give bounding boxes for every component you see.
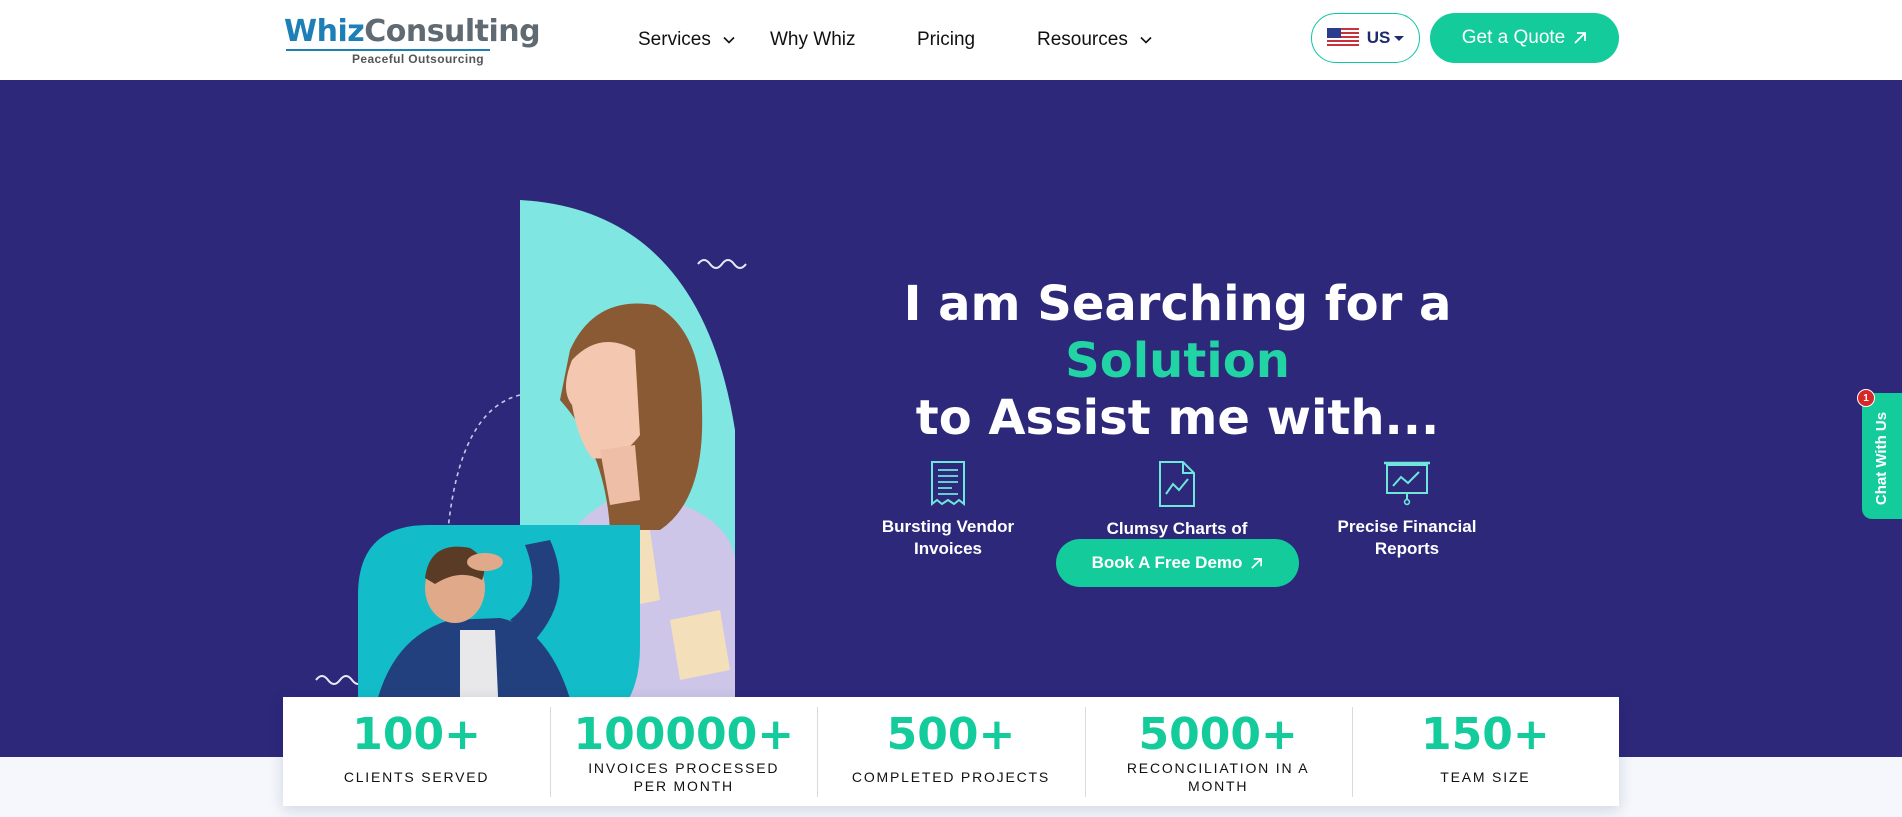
nav-item-label: Resources xyxy=(1037,29,1128,50)
nav-item-label: Pricing xyxy=(917,29,976,50)
invoice-receipt-icon xyxy=(931,461,965,506)
stat-label: Clients Served xyxy=(343,769,490,785)
demo-button-label: Book A Free Demo xyxy=(1091,553,1243,572)
quote-button-label: Get a Quote xyxy=(1461,27,1566,48)
feature-label: Bursting Vendor Invoices xyxy=(881,517,1015,558)
stat-label: Reconciliation in a Month xyxy=(1126,760,1310,794)
nav-item-services[interactable]: Services xyxy=(638,26,735,54)
stat-label: Completed Projects xyxy=(851,769,1051,785)
hero-section: I am Searching for a Solution to Assist … xyxy=(0,80,1902,757)
stat-label: Team Size xyxy=(1440,769,1531,785)
stat-completed-projects: 500+ Completed Projects xyxy=(817,697,1084,806)
site-header: WhizConsulting Peaceful Outsourcing Serv… xyxy=(0,0,1902,80)
stat-reconciliation: 5000+ Reconciliation in a Month xyxy=(1084,697,1352,806)
nav-item-pricing[interactable]: Pricing xyxy=(917,26,975,54)
logo-wordmark: WhizConsulting xyxy=(284,14,541,49)
whiz-consulting-logo[interactable]: WhizConsulting Peaceful Outsourcing xyxy=(284,12,541,68)
stat-label: Invoices Processed per Month xyxy=(588,760,780,794)
feature-label: Precise Financial Reports xyxy=(1337,517,1477,558)
logo-underline xyxy=(286,49,490,51)
stat-value: 500+ xyxy=(886,709,1016,760)
caret-down-icon xyxy=(1394,35,1405,41)
language-selector[interactable]: US xyxy=(1311,13,1420,63)
language-code: US xyxy=(1366,28,1391,47)
chat-label: Chat With Us xyxy=(1873,411,1891,505)
stats-bar: 100+ Clients Served 100000+ Invoices Pro… xyxy=(283,697,1619,806)
stat-team-size: 150+ Team Size xyxy=(1351,697,1619,806)
headline-accent: Solution xyxy=(1065,333,1290,389)
nav-item-why-whiz[interactable]: Why Whiz xyxy=(770,26,856,54)
nav-item-resources[interactable]: Resources xyxy=(1037,26,1152,54)
chat-with-us-tab[interactable]: Chat With Us xyxy=(1862,393,1902,519)
stat-clients-served: 100+ Clients Served xyxy=(283,697,550,806)
document-chart-icon xyxy=(1159,461,1195,507)
chevron-down-icon xyxy=(1140,36,1152,44)
hero-headline: I am Searching for a Solution to Assist … xyxy=(903,276,1452,446)
presentation-board-icon xyxy=(1384,461,1430,506)
book-free-demo-button[interactable]: Book A Free Demo xyxy=(1056,539,1299,587)
stat-value: 100000+ xyxy=(573,709,795,760)
stat-value: 5000+ xyxy=(1138,709,1298,760)
chevron-down-icon xyxy=(723,36,735,44)
hero-illustration xyxy=(315,200,747,745)
feature-precise-financial-reports[interactable]: Precise Financial Reports xyxy=(1307,460,1507,560)
nav-item-label: Why Whiz xyxy=(770,29,856,50)
logo-tagline: Peaceful Outsourcing xyxy=(352,52,485,66)
arrow-up-right-icon xyxy=(1574,32,1587,44)
stat-invoices-processed: 100000+ Invoices Processed per Month xyxy=(550,697,817,806)
stat-value: 100+ xyxy=(352,709,481,760)
get-a-quote-button[interactable]: Get a Quote xyxy=(1430,13,1619,63)
stat-value: 150+ xyxy=(1420,709,1550,760)
feature-bursting-vendor-invoices[interactable]: Bursting Vendor Invoices xyxy=(848,460,1048,560)
arrow-up-right-icon xyxy=(1251,557,1263,569)
us-flag-icon xyxy=(1326,28,1359,48)
nav-item-label: Services xyxy=(638,29,711,50)
squiggle-decoration xyxy=(697,259,747,269)
chat-notification-badge: 1 xyxy=(1857,389,1875,407)
